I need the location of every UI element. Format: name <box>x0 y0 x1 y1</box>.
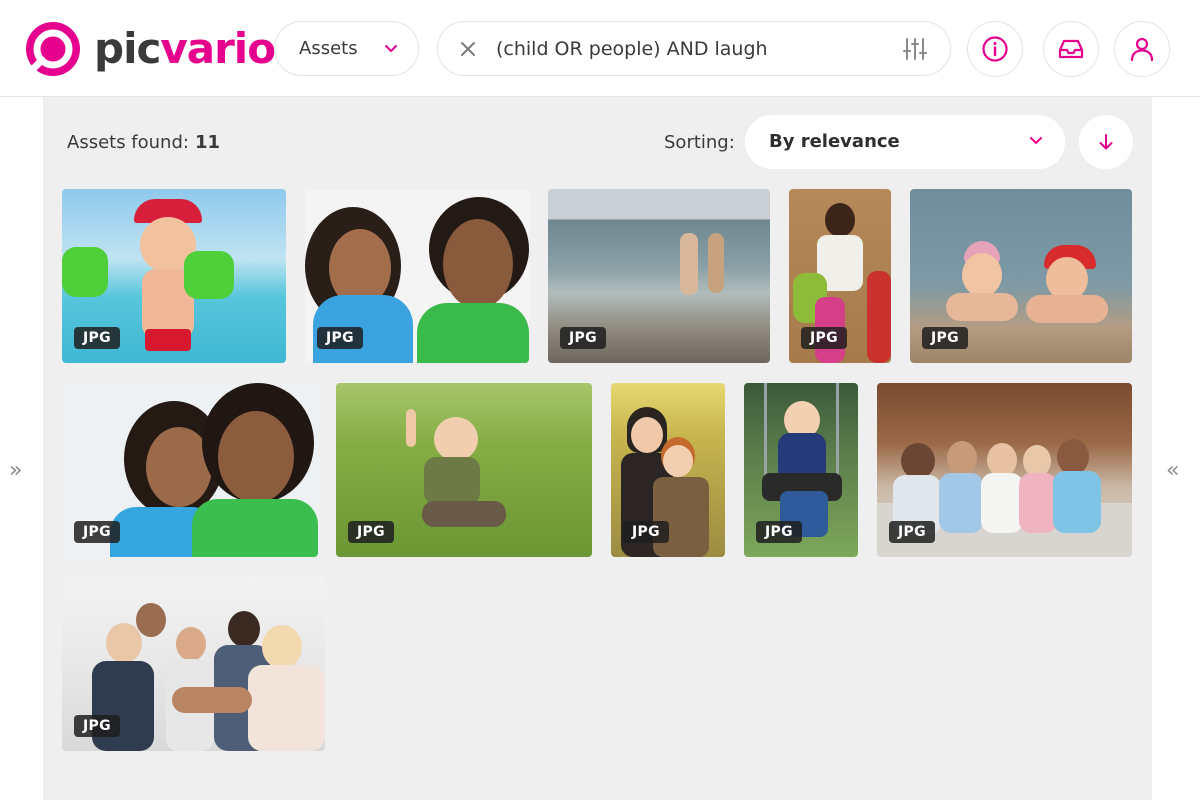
asset-thumbnail[interactable]: JPG <box>62 577 325 751</box>
search-bar <box>437 21 951 76</box>
inbox-icon <box>1058 39 1084 59</box>
sort-direction-button[interactable] <box>1079 115 1133 169</box>
info-button[interactable] <box>967 21 1023 77</box>
asset-thumbnail[interactable]: JPG <box>62 189 286 363</box>
expand-right-panel-icon[interactable]: « <box>1166 460 1179 482</box>
file-type-badge: JPG <box>74 521 120 543</box>
top-bar: picvario Assets <box>0 0 1200 97</box>
chevron-down-icon <box>385 45 397 52</box>
asset-thumbnail[interactable]: JPG <box>877 383 1132 557</box>
asset-thumbnail[interactable]: JPG <box>336 383 592 557</box>
file-type-badge: JPG <box>922 327 968 349</box>
assets-found-label: Assets found: <box>67 132 189 153</box>
file-type-badge: JPG <box>623 521 669 543</box>
logo-mark-icon <box>26 22 80 76</box>
file-type-badge: JPG <box>348 521 394 543</box>
asset-thumbnail[interactable]: JPG <box>744 383 858 557</box>
file-type-badge: JPG <box>756 521 802 543</box>
inbox-button[interactable] <box>1043 21 1099 77</box>
picvario-logo[interactable]: picvario <box>24 19 276 79</box>
file-type-badge: JPG <box>889 521 935 543</box>
assets-found-count: 11 <box>194 132 221 153</box>
scope-select-value: Assets <box>299 38 358 59</box>
clear-icon[interactable] <box>458 39 478 59</box>
user-icon <box>1130 37 1154 62</box>
results-panel: Assets found: 11 Sorting: By relevance JP… <box>43 97 1152 800</box>
arrow-down-icon <box>1099 134 1113 150</box>
asset-thumbnail[interactable]: JPG <box>305 189 529 363</box>
file-type-badge: JPG <box>560 327 606 349</box>
assets-found: Assets found: 11 <box>67 132 220 153</box>
sorting-select[interactable]: By relevance <box>745 115 1065 169</box>
user-button[interactable] <box>1114 21 1170 77</box>
asset-thumbnail[interactable]: JPG <box>789 189 891 363</box>
sorting-select-value: By relevance <box>769 131 900 152</box>
asset-thumbnail[interactable]: JPG <box>548 189 770 363</box>
file-type-badge: JPG <box>801 327 847 349</box>
logo-text-pic: pic <box>94 24 161 73</box>
expand-left-panel-icon[interactable]: » <box>9 460 22 482</box>
search-input[interactable] <box>496 32 876 66</box>
logo-text-vario: vario <box>160 24 276 73</box>
asset-thumbnail[interactable]: JPG <box>611 383 725 557</box>
file-type-badge: JPG <box>317 327 363 349</box>
logo-wordmark: picvario <box>94 28 276 70</box>
asset-thumbnail[interactable]: JPG <box>62 383 318 557</box>
info-icon <box>982 36 1008 62</box>
filters-icon[interactable] <box>902 36 928 62</box>
file-type-badge: JPG <box>74 715 120 737</box>
chevron-down-icon <box>1030 137 1042 144</box>
sorting-label: Sorting: <box>664 132 735 153</box>
scope-select[interactable]: Assets <box>274 21 419 76</box>
asset-thumbnail[interactable]: JPG <box>910 189 1132 363</box>
file-type-badge: JPG <box>74 327 120 349</box>
